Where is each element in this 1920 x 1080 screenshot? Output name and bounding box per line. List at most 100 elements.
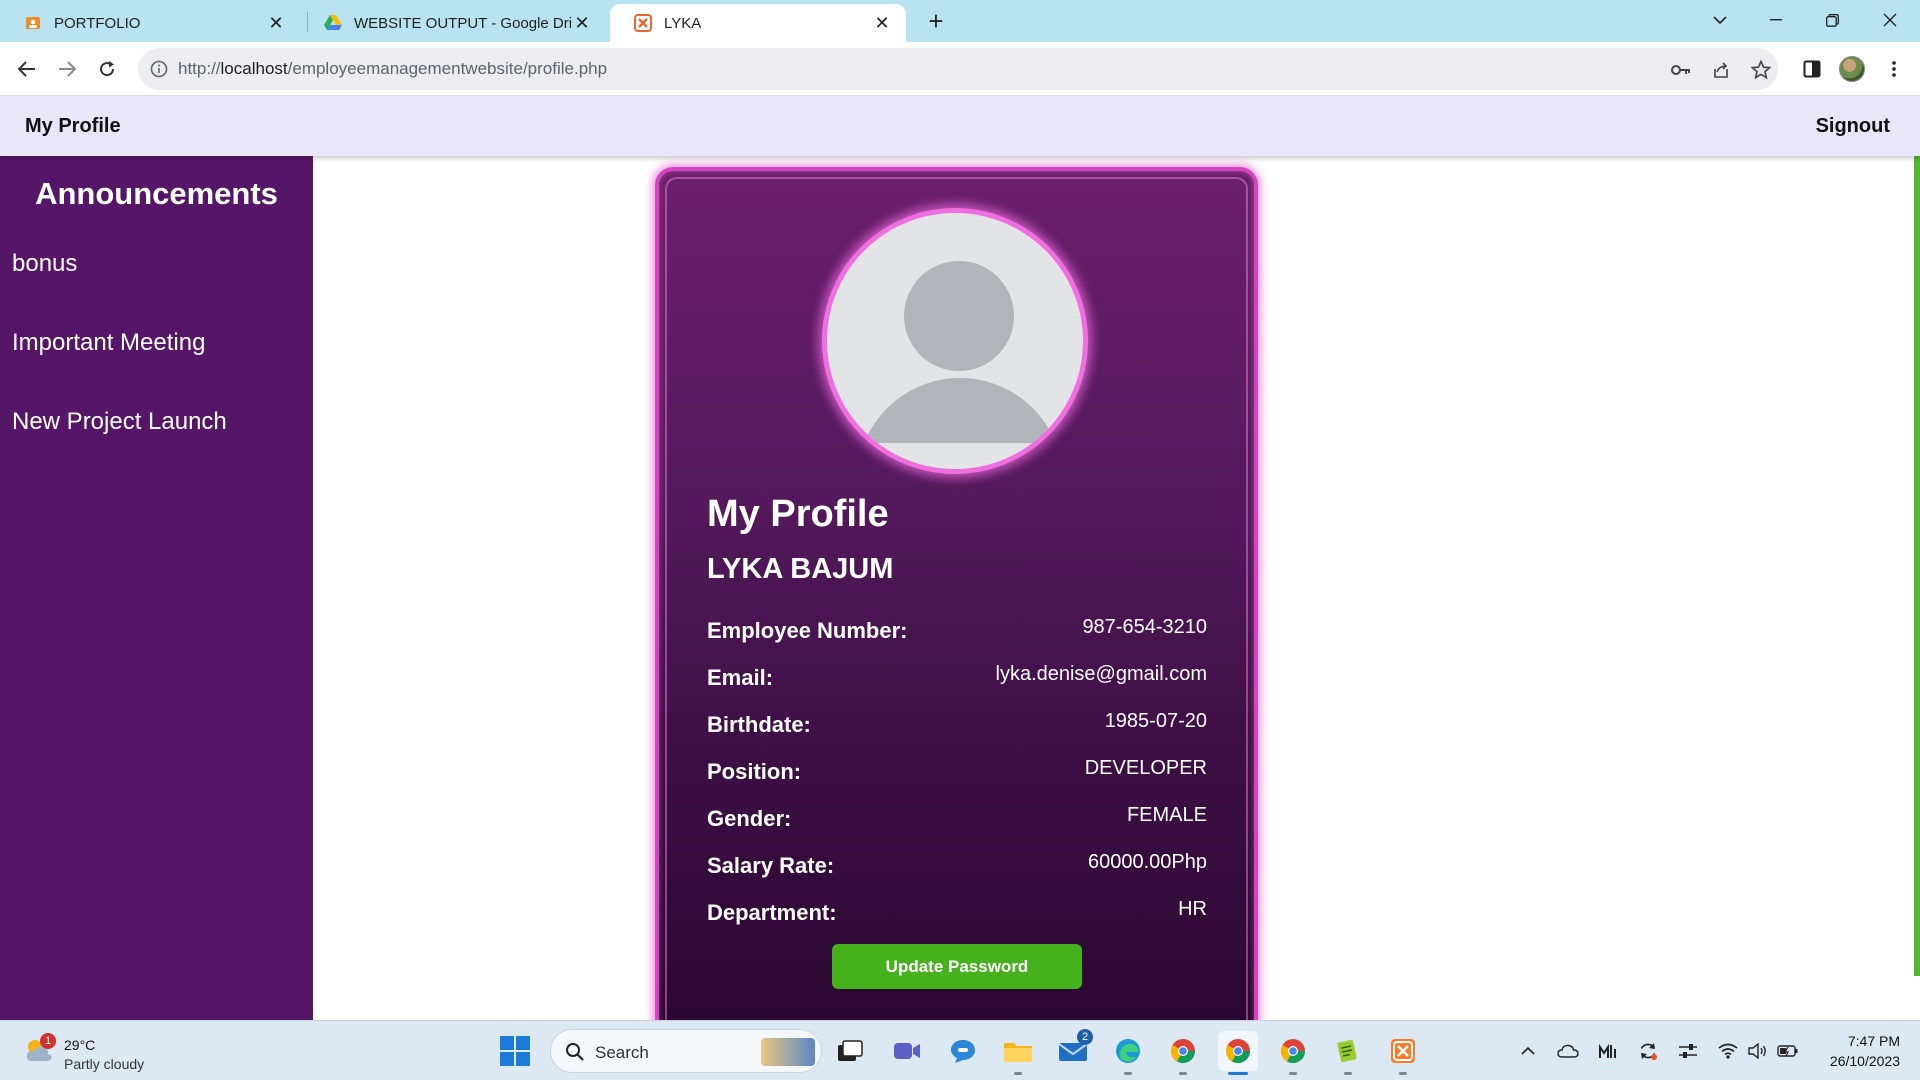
field-label: Employee Number: [707, 618, 908, 643]
announcements-sidebar: Announcements bonus Important Meeting Ne… [0, 156, 313, 1020]
mail-icon[interactable]: 2 [1053, 1029, 1093, 1071]
xampp-icon [634, 14, 652, 32]
announcement-item-important-meeting[interactable]: Important Meeting [12, 329, 205, 357]
field-label: Email: [707, 665, 774, 690]
task-view-icon[interactable] [830, 1031, 870, 1071]
clock-date: 26/10/2023 [1829, 1053, 1900, 1069]
weather-widget[interactable]: 1 29°C Partly cloudy [20, 1029, 180, 1073]
minimize-icon[interactable] [1756, 4, 1796, 36]
field-label: Gender: [707, 806, 792, 831]
battery-charging-icon[interactable] [1776, 1039, 1800, 1063]
chrome-icon[interactable] [1273, 1031, 1313, 1075]
field-value: FEMALE [1126, 804, 1207, 826]
onedrive-cloud-icon[interactable] [1556, 1039, 1580, 1063]
field-value: 1985-07-20 [1104, 710, 1207, 732]
running-indicator [1399, 1072, 1407, 1075]
close-icon[interactable]: ✕ [872, 13, 892, 33]
windows-taskbar: 1 29°C Partly cloudy Search 2 7:47 PM 26… [0, 1020, 1920, 1080]
field-value: 60000.00Php [1087, 851, 1207, 873]
running-indicator [1014, 1072, 1022, 1075]
start-tile [500, 1036, 514, 1050]
top-navbar: My Profile Signout [0, 96, 1920, 156]
meter-app-icon[interactable] [1596, 1039, 1620, 1063]
field-value: 987-654-3210 [1082, 616, 1207, 638]
signout-link[interactable]: Signout [1816, 115, 1890, 138]
announcement-item-new-project-launch[interactable]: New Project Launch [12, 408, 227, 436]
announcement-item-bonus[interactable]: bonus [12, 250, 77, 278]
browser-toolbar: http://localhost/employeemanagementwebsi… [0, 42, 1920, 96]
my-profile-link[interactable]: My Profile [25, 115, 121, 138]
notepad-plus-plus-icon[interactable] [1328, 1031, 1368, 1075]
search-highlight-image [761, 1038, 815, 1066]
system-clock[interactable]: 7:47 PM 26/10/2023 [1812, 1031, 1900, 1071]
close-icon[interactable]: ✕ [266, 13, 286, 33]
profile-picture [822, 208, 1088, 474]
wifi-icon[interactable] [1716, 1039, 1740, 1063]
weather-alert-badge: 1 [40, 1033, 56, 1049]
forward-arrow-icon[interactable] [51, 53, 83, 85]
start-tile [516, 1036, 530, 1050]
google-drive-icon [324, 14, 342, 32]
tab-title: WEBSITE OUTPUT - Google Drive [354, 14, 572, 32]
reload-icon[interactable] [91, 53, 123, 85]
close-icon[interactable]: ✕ [572, 13, 592, 33]
xampp-control-icon[interactable] [1383, 1031, 1423, 1075]
taskbar-search-box[interactable]: Search [550, 1029, 822, 1073]
update-password-button[interactable]: Update Password [832, 944, 1082, 989]
site-info-icon[interactable] [150, 60, 168, 78]
new-tab-icon[interactable]: + [922, 8, 950, 36]
page-scrollbar[interactable] [1914, 130, 1920, 976]
chat-icon[interactable] [943, 1031, 983, 1071]
field-salary-rate: Salary Rate: 60000.00Php [707, 851, 1207, 881]
edge-browser-icon[interactable] [1108, 1031, 1148, 1075]
share-icon[interactable] [1710, 59, 1732, 81]
employee-name: LYKA BAJUM [707, 553, 894, 585]
field-gender: Gender: FEMALE [707, 804, 1207, 834]
start-tile [516, 1052, 530, 1066]
running-indicator [1179, 1072, 1187, 1075]
settings-toggle-icon[interactable] [1676, 1039, 1700, 1063]
active-indicator [1228, 1072, 1248, 1075]
back-arrow-icon[interactable] [11, 53, 43, 85]
tab-title: PORTFOLIO [54, 14, 141, 32]
profile-avatar[interactable] [1836, 53, 1868, 85]
field-label: Position: [707, 759, 802, 784]
tab-google-drive[interactable]: WEBSITE OUTPUT - Google Drive ✕ [306, 4, 606, 42]
weather-temperature: 29°C [64, 1037, 96, 1053]
volume-icon[interactable] [1746, 1039, 1770, 1063]
address-bar[interactable]: http://localhost/employeemanagementwebsi… [138, 48, 1778, 90]
field-department: Department: HR [707, 898, 1207, 928]
url-text[interactable]: http://localhost/employeemanagementwebsi… [178, 59, 607, 79]
side-panel-icon[interactable] [1796, 53, 1828, 85]
tab-portfolio[interactable]: PORTFOLIO ✕ [0, 4, 300, 42]
start-tile [500, 1052, 514, 1066]
profile-card: My Profile LYKA BAJUM Employee Number: 9… [655, 167, 1258, 1020]
chrome-profile-2-icon[interactable] [1218, 1031, 1258, 1075]
field-employee-number: Employee Number: 987-654-3210 [707, 616, 1207, 646]
chevron-up-icon[interactable] [1516, 1039, 1540, 1063]
restore-icon[interactable] [1812, 4, 1852, 36]
sync-icon[interactable] [1636, 1039, 1660, 1063]
teams-meet-icon[interactable] [887, 1031, 927, 1071]
close-window-icon[interactable] [1870, 4, 1910, 36]
file-explorer-icon[interactable] [998, 1031, 1038, 1075]
url-scheme: http:// [178, 59, 221, 78]
field-value: HR [1178, 898, 1207, 920]
mail-badge: 2 [1077, 1029, 1093, 1045]
field-position: Position: DEVELOPER [707, 757, 1207, 787]
tab-title: LYKA [664, 14, 702, 32]
avatar-head-shape [904, 261, 1014, 371]
tab-search-chevron-icon[interactable] [1700, 4, 1740, 36]
announcements-title: Announcements [35, 176, 278, 211]
windows-start-icon[interactable] [500, 1036, 530, 1066]
menu-kebab-icon[interactable] [1878, 53, 1910, 85]
field-label: Salary Rate: [707, 853, 835, 878]
chrome-profile-1-icon[interactable] [1163, 1031, 1203, 1075]
key-icon[interactable] [1670, 59, 1692, 81]
bookmark-star-icon[interactable] [1750, 59, 1772, 81]
search-label: Search [595, 1043, 649, 1062]
running-indicator [1344, 1072, 1352, 1075]
portfolio-icon [24, 14, 42, 32]
browser-tab-strip: PORTFOLIO ✕ WEBSITE OUTPUT - Google Driv… [0, 0, 1920, 42]
tab-lyka[interactable]: LYKA ✕ [610, 4, 906, 42]
